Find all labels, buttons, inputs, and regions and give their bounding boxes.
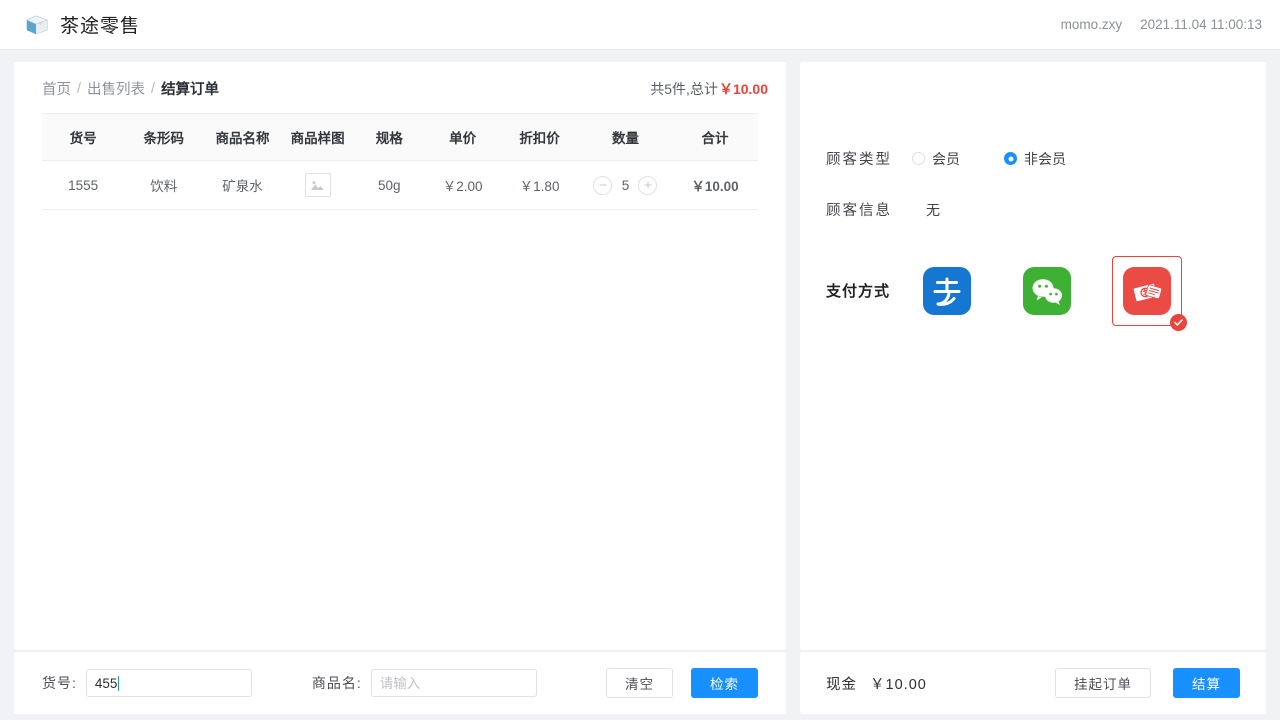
goods-table-wrapper: 货号 条形码 商品名称 商品样图 规格 单价 折扣价 数量 合计 1555 饮料… [42, 113, 758, 210]
breadcrumb-separator: / [151, 81, 155, 97]
cell-quantity: 5 [579, 161, 672, 210]
column-header-sku: 货号 [42, 114, 124, 161]
column-header-quantity: 数量 [579, 114, 672, 161]
checkout-actions: 挂起订单 结算 [1055, 668, 1240, 698]
breadcrumb-separator: / [77, 81, 81, 97]
current-user: momo.zxy [1061, 17, 1123, 32]
text-caret [118, 676, 119, 691]
order-total-summary: 共5件,总计 ￥10.00 [650, 79, 768, 99]
checkout-panel: 顾客类型 会员 非会员 顾客信息 无 支付方式 [800, 62, 1266, 650]
header-right: momo.zxy 2021.11.04 11:00:13 [1061, 17, 1280, 32]
current-datetime: 2021.11.04 11:00:13 [1140, 17, 1262, 32]
payment-option-wechat[interactable] [1012, 256, 1082, 326]
goods-table-header-row: 货号 条形码 商品名称 商品样图 规格 单价 折扣价 数量 合计 [42, 114, 758, 161]
breadcrumb-item-sales-list[interactable]: 出售列表 [87, 78, 145, 99]
radio-non-member-label: 非会员 [1024, 149, 1066, 169]
column-header-discount-price: 折扣价 [500, 114, 579, 161]
app-header: 茶途零售 momo.zxy 2021.11.04 11:00:13 [0, 0, 1280, 50]
order-total-amount: ￥10.00 [719, 79, 768, 99]
customer-info-label: 顾客信息 [826, 199, 912, 220]
radio-member-label: 会员 [932, 149, 960, 169]
breadcrumb-item-settle-order: 结算订单 [161, 78, 219, 99]
column-header-image: 商品样图 [282, 114, 354, 161]
quantity-decrease-button[interactable] [593, 176, 612, 195]
radio-member[interactable]: 会员 [912, 149, 960, 169]
payment-method-label: 支付方式 [826, 256, 912, 301]
column-header-subtotal: 合计 [672, 114, 758, 161]
payable-summary: 现金 ￥10.00 [826, 673, 927, 694]
sku-field-group: 货号: 455 [42, 669, 252, 697]
search-toolbar: 货号: 455 商品名: 清空 检索 [14, 652, 786, 714]
table-row[interactable]: 1555 饮料 矿泉水 50g ￥2.00 ￥1.80 [42, 161, 758, 210]
sku-input-value: 455 [95, 676, 118, 691]
name-input[interactable] [371, 669, 537, 697]
column-header-spec: 规格 [353, 114, 425, 161]
quantity-stepper[interactable]: 5 [579, 176, 672, 195]
image-placeholder-icon [305, 173, 331, 197]
wechat-icon [1023, 267, 1071, 315]
column-header-unit-price: 单价 [425, 114, 500, 161]
goods-table: 货号 条形码 商品名称 商品样图 规格 单价 折扣价 数量 合计 1555 饮料… [42, 113, 758, 210]
clear-button[interactable]: 清空 [606, 668, 673, 698]
payment-selected-check-icon [1170, 314, 1187, 331]
checkout-toolbar: 现金 ￥10.00 挂起订单 结算 [800, 652, 1266, 714]
breadcrumb-item-home[interactable]: 首页 [42, 78, 71, 99]
customer-form: 顾客类型 会员 非会员 顾客信息 无 支付方式 [800, 62, 1266, 326]
radio-member-dot [912, 152, 925, 165]
quantity-value: 5 [620, 178, 630, 193]
search-button[interactable]: 检索 [691, 668, 758, 698]
cell-barcode: 饮料 [124, 161, 203, 210]
hold-order-button[interactable]: 挂起订单 [1055, 668, 1151, 698]
payment-method-options [912, 256, 1182, 326]
radio-non-member-dot [1004, 152, 1017, 165]
customer-info-value: 无 [926, 200, 940, 220]
radio-non-member[interactable]: 非会员 [1004, 149, 1066, 169]
order-total-prefix: 共5件,总计 [650, 79, 718, 99]
breadcrumb: 首页 / 出售列表 / 结算订单 共5件,总计 ￥10.00 [14, 62, 786, 99]
customer-type-row: 顾客类型 会员 非会员 [826, 148, 1266, 169]
payment-method-row: 支付方式 [826, 256, 1266, 326]
customer-info-row: 顾客信息 无 [826, 199, 1266, 220]
cell-sku: 1555 [42, 161, 124, 210]
sku-field-label: 货号: [42, 673, 77, 693]
customer-type-label: 顾客类型 [826, 148, 912, 169]
order-items-panel: 首页 / 出售列表 / 结算订单 共5件,总计 ￥10.00 货号 条形码 商品… [14, 62, 786, 650]
cash-icon [1123, 267, 1171, 315]
search-actions: 清空 检索 [606, 668, 758, 698]
column-header-barcode: 条形码 [124, 114, 203, 161]
payment-option-alipay[interactable] [912, 256, 982, 326]
app-title: 茶途零售 [60, 11, 140, 38]
brand: 茶途零售 [0, 11, 140, 38]
column-header-name: 商品名称 [203, 114, 282, 161]
cell-subtotal: ￥10.00 [672, 161, 758, 210]
alipay-icon [923, 267, 971, 315]
cell-discount-price: ￥1.80 [500, 161, 579, 210]
payable-amount: ￥10.00 [870, 677, 927, 693]
payment-option-cash[interactable] [1112, 256, 1182, 326]
name-field-group: 商品名: [312, 669, 537, 697]
package-box-icon [24, 13, 50, 37]
sku-input[interactable]: 455 [86, 669, 252, 697]
quantity-increase-button[interactable] [638, 176, 657, 195]
name-field-label: 商品名: [312, 673, 362, 693]
settle-button[interactable]: 结算 [1173, 668, 1240, 698]
payable-method-label: 现金 [826, 677, 857, 693]
cell-unit-price: ￥2.00 [425, 161, 500, 210]
cell-name: 矿泉水 [203, 161, 282, 210]
cell-spec: 50g [353, 161, 425, 210]
cell-image [282, 161, 354, 210]
